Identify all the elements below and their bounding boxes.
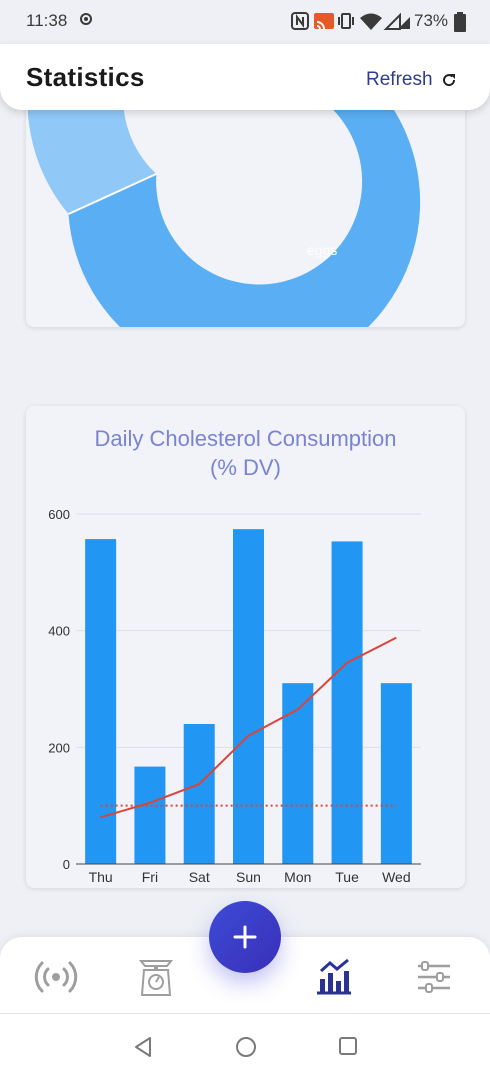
refresh-label: Refresh [366,69,433,90]
system-navigation [0,1013,490,1080]
bar-chart: 0 200 400 600 Thu Fri Sat Sun Mon Tue Wed [48,507,421,885]
bar-fri [134,766,166,864]
battery-percentage: 73% [414,11,449,30]
wifi-icon [360,13,382,30]
kitchen-scale-icon [138,960,174,996]
plus-icon [233,925,257,949]
broadcast-icon [34,961,78,993]
status-time: 11:38 [26,11,68,30]
x-tick-label: Wed [382,869,411,885]
back-icon[interactable] [133,1036,153,1058]
x-tick-label: Mon [284,869,311,885]
bar-thu [85,539,117,864]
status-icons [291,12,410,30]
bar-wed [380,683,412,864]
y-tick-label: 600 [48,507,70,522]
nav-item-settings[interactable] [412,955,456,999]
add-button[interactable] [209,901,281,973]
record-indicator-icon [80,13,92,25]
x-tick-label: Sun [236,869,261,885]
bar-tue [331,541,363,864]
x-tick-label: Sat [189,869,210,885]
donut-slice-label-eggs: eggs [307,242,337,258]
sliders-icon [418,961,450,993]
signal-icon [383,12,410,30]
cast-icon [314,13,334,30]
nav-item-statistics[interactable] [312,955,356,999]
x-tick-label: Tue [335,869,359,885]
refresh-button[interactable]: Refresh [366,66,457,94]
bar-sun [233,529,264,864]
page-title: Statistics [26,62,145,92]
x-tick-label: Fri [142,869,158,885]
bar-sat [183,724,215,864]
nfc-icon [291,12,309,30]
nav-item-broadcast[interactable] [34,955,78,999]
y-tick-label: 400 [48,624,70,639]
home-icon[interactable] [235,1036,257,1058]
x-tick-label: Thu [89,869,113,885]
bar-chart-icon [317,958,351,995]
y-tick-label: 0 [63,857,70,872]
y-tick-label: 200 [48,740,70,755]
refresh-icon [442,74,455,87]
battery-icon [454,12,466,32]
cholesterol-chart-card: Daily Cholesterol Consumption (% DV) 0 20… [26,406,465,888]
nav-item-scale[interactable] [134,955,178,999]
vibrate-icon [338,13,354,29]
status-bar: 11:38 73% [0,0,490,44]
app-bar: Statistics Refresh [0,44,490,110]
app-root: 11:38 73% eggs Daily Cholesterol Consump… [0,0,490,1080]
recents-icon[interactable] [338,1036,358,1056]
